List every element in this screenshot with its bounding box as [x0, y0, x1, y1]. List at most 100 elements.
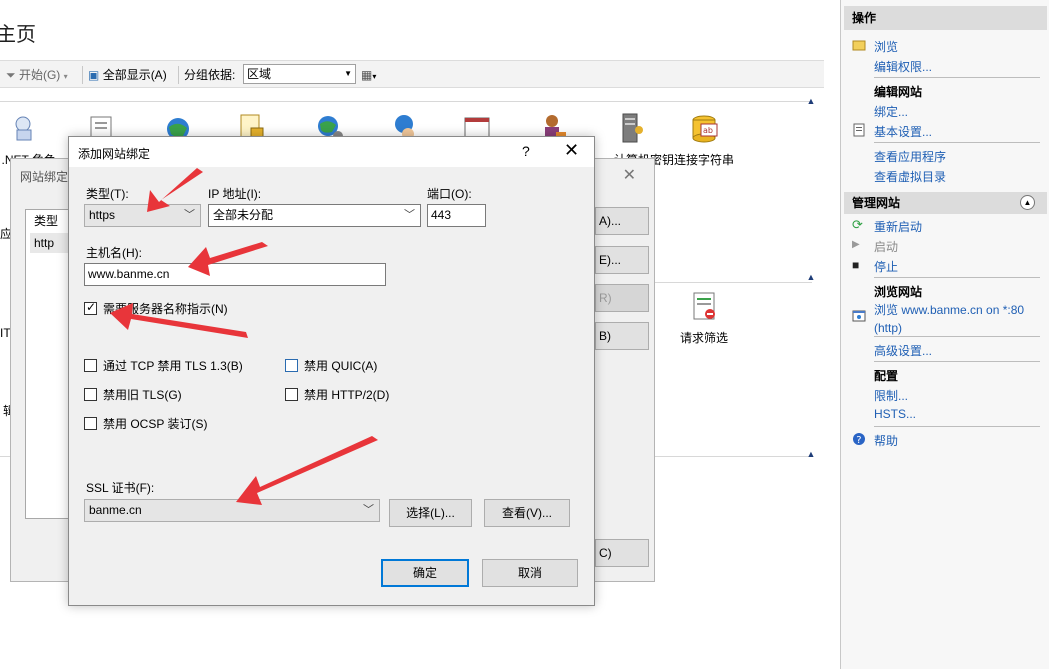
group-by-label: 分组依据: [184, 68, 236, 82]
collapse-section-icon[interactable]: ▲ [805, 95, 817, 107]
divider [874, 426, 1040, 427]
chevron-down-icon: ▼ [344, 69, 352, 78]
collapse-section-icon[interactable]: ▲ [805, 448, 817, 460]
help-link[interactable]: 帮助 [874, 432, 898, 449]
divider [874, 361, 1040, 362]
ssl-certificate-select[interactable]: banme.cn ﹀ [84, 499, 380, 522]
advanced-settings-link[interactable]: 高级设置... [874, 342, 932, 359]
collapse-section-icon[interactable]: ▲ [805, 271, 817, 283]
feature-connection-strings[interactable]: ab 连接字符串 [668, 112, 740, 168]
help-icon[interactable]: ? [522, 143, 530, 159]
folder-open-icon [852, 40, 866, 51]
grid-view-icon: ▦ [361, 68, 373, 82]
disable-tls13-checkbox[interactable]: 通过 TCP 禁用 TLS 1.3(B) [84, 357, 243, 373]
actions-header: 操作 [844, 6, 1047, 30]
type-select[interactable]: https ﹀ [84, 204, 201, 227]
basic-settings-link[interactable]: 基本设置... [874, 123, 932, 140]
close-bindings-button[interactable]: C) [595, 539, 649, 567]
view-applications-link[interactable]: 查看应用程序 [874, 148, 946, 165]
checkbox[interactable]: ✓ [84, 300, 97, 315]
hsts-link[interactable]: HSTS... [874, 407, 916, 421]
group-by-select[interactable]: 区域 ▼ [243, 64, 356, 84]
limits-link[interactable]: 限制... [874, 387, 908, 404]
sni-checkbox[interactable]: ✓ 需要服务器名称指示(N) [84, 300, 228, 316]
restart-icon: ⟳ [852, 217, 863, 232]
start-link[interactable]: 启动 [874, 238, 898, 255]
help-icon: ? [852, 432, 866, 446]
view-mode-button[interactable]: ▦▾ [361, 66, 376, 84]
chevron-down-icon: ﹀ [404, 209, 415, 221]
close-icon[interactable]: ✕ [623, 165, 636, 185]
divider [874, 142, 1040, 143]
divider [874, 277, 1040, 278]
type-label: 类型(T): [86, 187, 129, 201]
browse-link[interactable]: 浏览 [874, 38, 898, 55]
actions-pane: 操作 浏览 编辑权限... 编辑网站 绑定... 基本设置... 查看应用程序 … [840, 0, 1049, 669]
host-name-label: 主机名(H): [86, 246, 142, 260]
column-header-type: 类型 [34, 214, 59, 228]
ip-address-select[interactable]: 全部未分配 ﹀ [208, 204, 421, 227]
browse-site-header: 浏览网站 [874, 285, 923, 299]
select-certificate-button[interactable]: 选择(L)... [389, 499, 472, 527]
cancel-button[interactable]: 取消 [482, 559, 578, 587]
site-bindings-title: 网站绑定 [20, 170, 69, 184]
add-binding-button[interactable]: A)... [595, 207, 649, 235]
disable-quic-checkbox[interactable]: 禁用 QUIC(A) [285, 357, 377, 373]
checkbox[interactable] [84, 417, 97, 430]
bindings-link[interactable]: 绑定... [874, 103, 908, 120]
stop-link[interactable]: 停止 [874, 258, 898, 275]
feature-request-filtering[interactable]: 请求筛选 [666, 290, 742, 346]
checkmark-icon: ✓ [86, 300, 97, 314]
database-ab-icon: ab [692, 115, 718, 143]
port-label: 端口(O): [427, 187, 472, 201]
funnel-icon: ⏷ [6, 68, 16, 82]
ssl-certificate-label: SSL 证书(F): [86, 481, 155, 495]
settings-page-icon [853, 123, 865, 137]
server-key-icon [622, 113, 643, 143]
show-all-icon: ▣ [88, 68, 100, 82]
restart-link[interactable]: 重新启动 [874, 218, 922, 235]
dialog-title: 添加网站绑定 [78, 147, 151, 161]
port-input[interactable]: 443 [427, 204, 486, 227]
configure-header: 配置 [874, 369, 899, 383]
browse-binding-button[interactable]: B) [595, 322, 649, 350]
play-icon: ▶ [852, 239, 860, 250]
page-title: 主页 [0, 24, 36, 46]
checkbox[interactable] [285, 359, 298, 372]
divider [874, 336, 1040, 337]
remove-binding-button[interactable]: R) [595, 284, 649, 312]
svg-text:ab: ab [703, 126, 713, 135]
chevron-down-icon: ﹀ [363, 504, 374, 516]
browser-window-icon [852, 310, 866, 322]
host-name-input[interactable]: www.banme.cn [84, 263, 386, 286]
svg-text:?: ? [856, 435, 861, 446]
feature-toolbar: ⏷ 开始(G) ▾ ▣ 全部显示(A) 分组依据: 区域 ▼ ▦▾ [0, 60, 824, 88]
dialog-titlebar: 添加网站绑定 ? ✕ [69, 137, 594, 167]
manage-site-header: 管理网站 ▲ [844, 192, 1047, 214]
view-virtual-directories-link[interactable]: 查看虚拟目录 [874, 168, 946, 185]
view-certificate-button[interactable]: 查看(V)... [484, 499, 570, 527]
request-filter-icon [693, 292, 715, 320]
edit-permissions-link[interactable]: 编辑权限... [874, 58, 932, 75]
net-roles-icon [15, 116, 32, 141]
disable-ocsp-checkbox[interactable]: 禁用 OCSP 装订(S) [84, 415, 207, 431]
disable-legacy-tls-checkbox[interactable]: 禁用旧 TLS(G) [84, 386, 182, 402]
close-icon[interactable]: ✕ [564, 140, 579, 161]
ok-button[interactable]: 确定 [381, 559, 469, 587]
checkbox[interactable] [84, 388, 97, 401]
chevron-down-icon: ﹀ [184, 209, 195, 221]
disable-http2-checkbox[interactable]: 禁用 HTTP/2(D) [285, 386, 389, 402]
show-all-button[interactable]: ▣ 全部显示(A) [88, 66, 167, 84]
add-site-binding-dialog: 添加网站绑定 ? ✕ 类型(T): https ﹀ IP 地址(I): 全部未分… [68, 136, 595, 606]
edit-binding-button[interactable]: E)... [595, 246, 649, 274]
stop-icon: ■ [852, 258, 860, 272]
checkbox[interactable] [285, 388, 298, 401]
checkbox[interactable] [84, 359, 97, 372]
collapse-icon[interactable]: ▲ [1020, 195, 1035, 210]
ip-address-label: IP 地址(I): [208, 187, 262, 201]
chevron-down-icon: ▾ [63, 72, 68, 81]
section-divider [0, 101, 812, 102]
start-filter-button[interactable]: ⏷ 开始(G) ▾ [6, 66, 68, 84]
edit-site-header: 编辑网站 [874, 85, 923, 99]
browse-site-link[interactable]: 浏览 www.banme.cn on *:80 (http) [874, 301, 1024, 335]
